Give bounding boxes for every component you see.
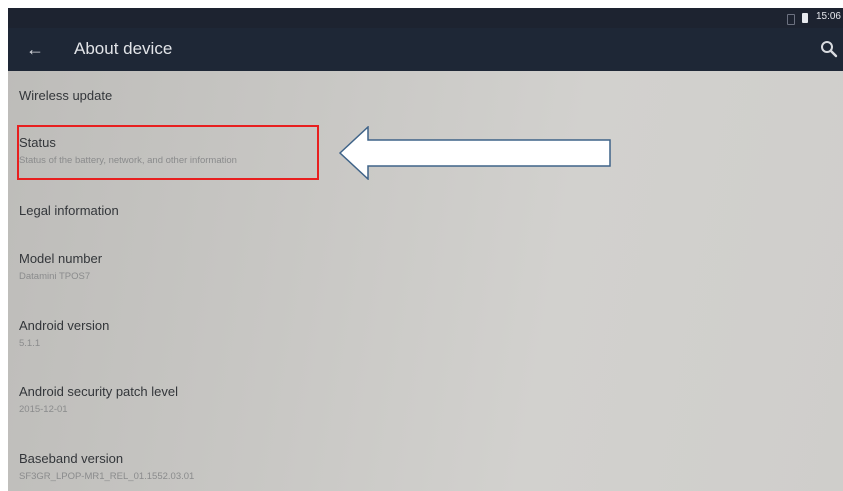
status-bar: 15:06 (8, 8, 843, 28)
status-time: 15:06 (815, 11, 841, 22)
item-summary: SF3GR_LPOP-MR1_REL_01.1552.03.01 (19, 471, 195, 482)
item-summary: 5.1.1 (19, 338, 41, 349)
page-title: About device (74, 39, 173, 58)
item-title: Android version (19, 318, 110, 333)
list-item-wireless-update[interactable]: Wireless update (19, 88, 112, 103)
pointer-arrow-icon (338, 126, 611, 180)
battery-icon (802, 13, 808, 23)
item-summary: Datamini TPOS7 (19, 271, 91, 282)
item-title: Legal information (19, 203, 119, 218)
item-title: Android security patch level (19, 384, 178, 399)
list-item-security-patch-level[interactable]: Android security patch level 2015-12-01 (19, 384, 178, 415)
list-item-model-number[interactable]: Model number Datamini TPOS7 (19, 251, 102, 282)
item-title: Baseband version (19, 451, 124, 466)
list-item-legal-information[interactable]: Legal information (19, 203, 119, 218)
list-item-android-version[interactable]: Android version 5.1.1 (19, 318, 109, 349)
list-item-baseband-version[interactable]: Baseband version SF3GR_LPOP-MR1_REL_01.1… (19, 451, 194, 482)
item-title: Model number (19, 251, 103, 266)
device-screen: 15:06 ← About device Wireless update Sta… (8, 8, 843, 491)
item-title: Wireless update (19, 88, 113, 103)
status-highlight-box (17, 125, 319, 180)
arrow-back-icon[interactable]: ← (24, 38, 46, 60)
signal-icon (787, 14, 795, 25)
search-icon[interactable] (819, 39, 839, 59)
app-bar: ← About device (8, 28, 843, 71)
item-summary: 2015-12-01 (19, 404, 68, 415)
